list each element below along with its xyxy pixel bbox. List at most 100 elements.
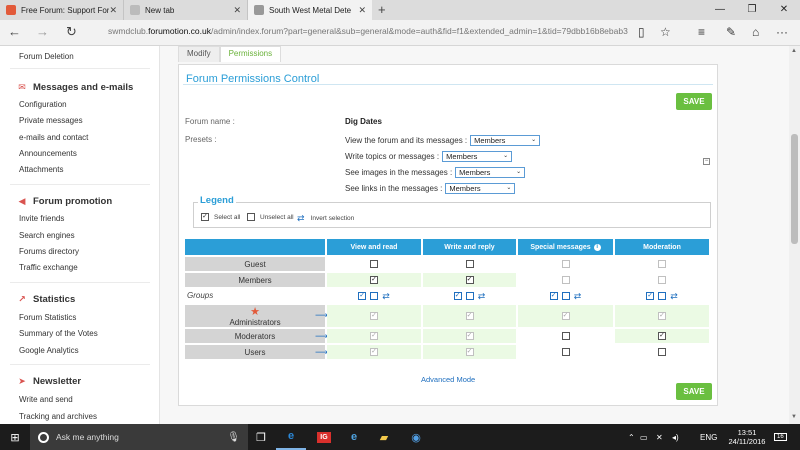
select-all-icon[interactable]: ✓ bbox=[358, 292, 367, 300]
cortana-search-box[interactable]: Ask me anything 🎙 bbox=[30, 424, 248, 450]
invert-selection-icon[interactable]: ⇄ bbox=[382, 291, 390, 302]
preset-links-select[interactable]: Members ⌄ bbox=[445, 183, 516, 194]
internet-explorer-icon[interactable]: e bbox=[340, 424, 368, 450]
unselect-all-icon[interactable] bbox=[658, 292, 667, 300]
sidebar-link-summary-votes[interactable]: Summary of the Votes bbox=[19, 329, 98, 338]
maximize-icon[interactable]: ❐ bbox=[736, 0, 768, 20]
refresh-icon[interactable]: ↻ bbox=[66, 24, 77, 40]
cell-guest-write[interactable] bbox=[423, 257, 516, 271]
sidebar-link-private-messages[interactable]: Private messages bbox=[19, 116, 83, 125]
sidebar-link-configuration[interactable]: Configuration bbox=[19, 100, 67, 109]
share-icon[interactable]: ⌂ bbox=[752, 25, 759, 39]
select-all-icon[interactable]: ✓ bbox=[646, 292, 655, 300]
hub-icon[interactable]: ≡ bbox=[698, 25, 705, 39]
close-tab-icon[interactable]: ✕ bbox=[233, 5, 241, 16]
unselect-all-icon[interactable] bbox=[561, 292, 570, 300]
scrollbar-thumb[interactable] bbox=[791, 134, 798, 244]
row-arrow-icon[interactable]: ⟶ bbox=[315, 331, 328, 342]
collapse-icon[interactable]: − bbox=[703, 158, 710, 165]
scroll-down-icon[interactable]: ▼ bbox=[791, 414, 797, 420]
browser-tab-support[interactable]: Free Forum: Support Forum ✕ bbox=[0, 0, 124, 20]
page-scrollbar[interactable]: ▲ ▼ bbox=[789, 46, 800, 424]
empty-checkbox-icon[interactable] bbox=[370, 260, 378, 268]
close-tab-icon[interactable]: ✕ bbox=[109, 5, 117, 16]
task-view-icon[interactable]: ❐ bbox=[248, 424, 274, 450]
browser-tab-new[interactable]: New tab ✕ bbox=[124, 0, 248, 20]
close-tab-icon[interactable]: ✕ bbox=[358, 5, 366, 16]
sidebar-link-search-engines[interactable]: Search engines bbox=[19, 231, 75, 240]
sidebar-link-announcements[interactable]: Announcements bbox=[19, 149, 77, 158]
info-icon[interactable]: i bbox=[593, 243, 601, 251]
empty-checkbox-icon[interactable] bbox=[658, 348, 666, 356]
sidebar-link-emails-contact[interactable]: e-mails and contact bbox=[19, 133, 88, 142]
legend-invert: ⇄ Invert selection bbox=[297, 213, 354, 224]
empty-checkbox-icon[interactable] bbox=[561, 332, 570, 340]
volume-mute-icon[interactable]: ✕ bbox=[656, 424, 663, 450]
sidebar-link-forums-directory[interactable]: Forums directory bbox=[19, 247, 79, 256]
cell-guest-view[interactable] bbox=[327, 257, 421, 271]
cell-mod-special[interactable] bbox=[518, 329, 613, 343]
select-all-icon[interactable]: ✓ bbox=[453, 292, 462, 300]
preset-write-select[interactable]: Members ⌄ bbox=[442, 151, 513, 162]
network-icon[interactable]: ▭ bbox=[640, 424, 648, 450]
cell-members-view[interactable]: ✓ bbox=[327, 273, 421, 287]
more-icon[interactable]: ··· bbox=[776, 25, 788, 39]
forward-icon[interactable]: → bbox=[36, 24, 49, 39]
system-clock[interactable]: 13:51 24/11/2016 bbox=[724, 428, 770, 446]
edge-browser-icon[interactable]: e bbox=[276, 424, 306, 450]
invert-selection-icon[interactable]: ⇄ bbox=[574, 291, 582, 302]
sidebar-link-forum-statistics[interactable]: Forum Statistics bbox=[19, 313, 76, 322]
reading-view-icon[interactable]: ▯ bbox=[638, 25, 645, 39]
sidebar-link-tracking-archives[interactable]: Tracking and archives bbox=[19, 412, 97, 421]
language-indicator[interactable]: ENG bbox=[700, 424, 717, 450]
app-ig-icon[interactable]: IG bbox=[310, 424, 338, 450]
unselect-all-icon[interactable] bbox=[465, 292, 474, 300]
invert-selection-icon[interactable]: ⇄ bbox=[670, 291, 678, 302]
sidebar-link-google-analytics[interactable]: Google Analytics bbox=[19, 346, 79, 355]
cell-users-special[interactable] bbox=[518, 345, 613, 359]
cell-users-moderation[interactable] bbox=[615, 345, 709, 359]
web-note-icon[interactable]: ✎ bbox=[726, 25, 736, 39]
sidebar-link-forum-deletion[interactable]: Forum Deletion bbox=[19, 52, 74, 61]
cell-members-write[interactable]: ✓ bbox=[423, 273, 516, 287]
cell-mod-moderation[interactable]: ✓ bbox=[615, 329, 709, 343]
checked-checkbox-icon[interactable]: ✓ bbox=[370, 276, 378, 284]
sidebar-link-attachments[interactable]: Attachments bbox=[19, 165, 63, 174]
preset-view-select[interactable]: Members ⌄ bbox=[470, 135, 541, 146]
tab-modify[interactable]: Modify bbox=[178, 46, 220, 62]
empty-checkbox-icon[interactable] bbox=[561, 348, 570, 356]
back-icon[interactable]: ← bbox=[8, 24, 21, 39]
close-window-icon[interactable]: ✕ bbox=[768, 0, 800, 20]
sidebar-link-write-send[interactable]: Write and send bbox=[19, 395, 73, 404]
checked-checkbox-icon[interactable]: ✓ bbox=[658, 332, 666, 340]
save-button-bottom[interactable]: SAVE bbox=[676, 383, 712, 400]
sidebar-link-invite-friends[interactable]: Invite friends bbox=[19, 214, 64, 223]
row-label-guest: Guest bbox=[185, 257, 325, 271]
checked-checkbox-icon[interactable]: ✓ bbox=[465, 276, 474, 284]
minimize-icon[interactable]: — bbox=[704, 0, 736, 20]
sidebar-link-traffic-exchange[interactable]: Traffic exchange bbox=[19, 263, 78, 272]
unselect-all-icon[interactable] bbox=[370, 292, 379, 300]
tab-permissions[interactable]: Permissions bbox=[219, 46, 282, 62]
chrome-like-icon[interactable]: ◉ bbox=[402, 424, 430, 450]
advanced-mode-link[interactable]: Advanced Mode bbox=[421, 375, 475, 384]
browser-tab-active[interactable]: South West Metal Dete ✕ bbox=[248, 0, 372, 20]
save-button-top[interactable]: SAVE bbox=[676, 93, 712, 110]
favorite-star-icon[interactable]: ☆ bbox=[660, 25, 671, 39]
preset-images-select[interactable]: Members ⌄ bbox=[455, 167, 526, 178]
new-tab-icon[interactable]: + bbox=[378, 2, 386, 17]
file-explorer-icon[interactable]: ▰ bbox=[370, 424, 398, 450]
select-all-icon[interactable]: ✓ bbox=[549, 292, 558, 300]
row-arrow-icon[interactable]: ⟶ bbox=[315, 310, 328, 321]
tray-arrow-icon[interactable]: ⌃ bbox=[628, 424, 635, 450]
action-center-icon[interactable]: 16 bbox=[774, 424, 787, 450]
microphone-icon[interactable]: 🎙 bbox=[227, 432, 240, 443]
speaker-icon[interactable]: ◂) bbox=[672, 424, 679, 450]
scroll-up-icon[interactable]: ▲ bbox=[791, 48, 797, 54]
legend-text: Select all bbox=[214, 213, 241, 221]
row-arrow-icon[interactable]: ⟶ bbox=[315, 347, 328, 358]
url-field[interactable]: swmdclub.forumotion.co.uk/admin/index.fo… bbox=[108, 26, 628, 36]
invert-selection-icon[interactable]: ⇄ bbox=[478, 291, 486, 302]
windows-start-icon[interactable]: ⊞ bbox=[0, 424, 30, 450]
empty-checkbox-icon[interactable] bbox=[465, 260, 474, 268]
